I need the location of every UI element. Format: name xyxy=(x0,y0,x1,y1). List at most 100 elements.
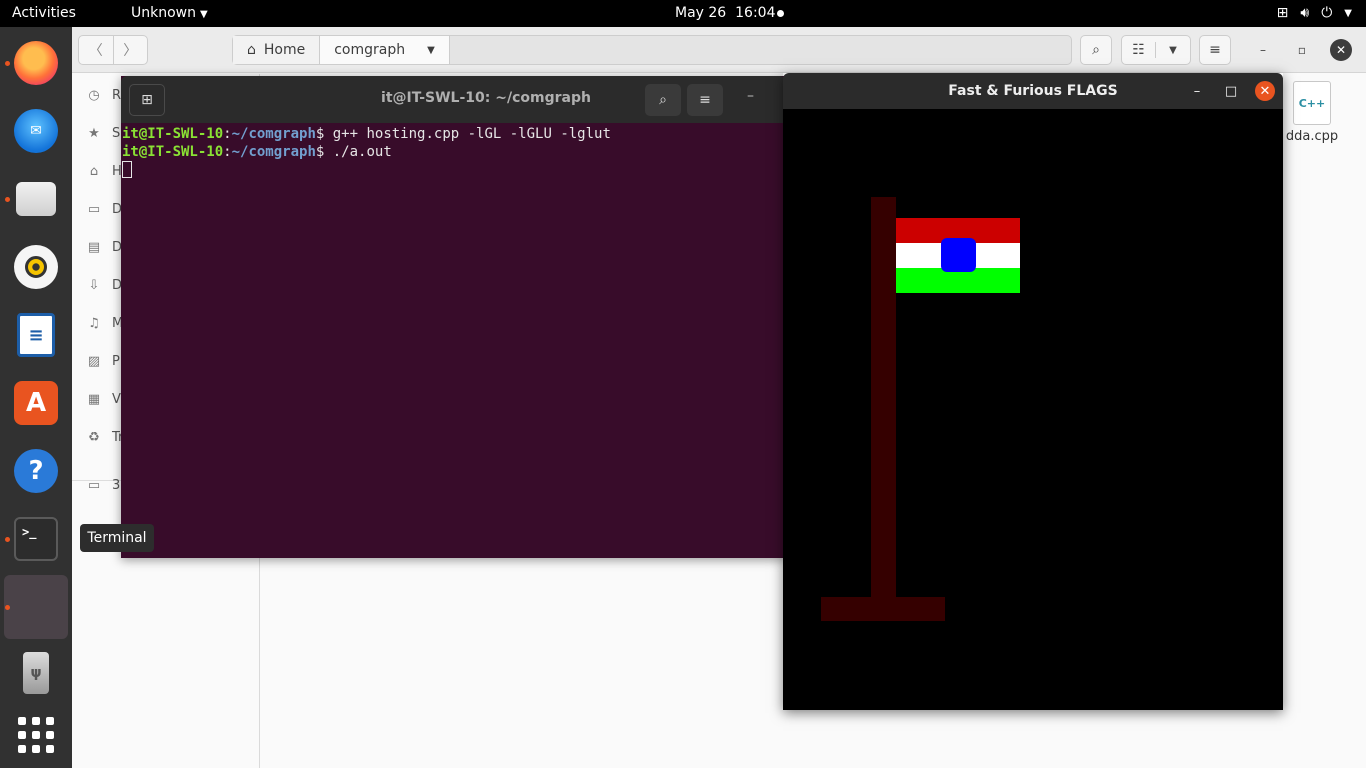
nav-buttons: 〈 〉 xyxy=(78,35,148,65)
top-bar: Activities Unknown ▼ May 26 16:04 ⊞ 🔊︎ ⏻ … xyxy=(0,0,1366,27)
running-indicator xyxy=(5,537,10,542)
dock-help[interactable]: ? xyxy=(8,443,64,499)
dock-rhythmbox[interactable] xyxy=(8,239,64,295)
app-menu-label: Unknown xyxy=(131,5,196,21)
prompt-path: ~/comgraph xyxy=(231,144,316,160)
sidebar-item-downloads[interactable]: ⇩ D xyxy=(86,278,122,293)
dock-usb[interactable]: ψ xyxy=(8,645,64,701)
caret-down-icon: ▼ xyxy=(427,44,435,56)
running-indicator xyxy=(5,197,10,202)
command-text: ./a.out xyxy=(332,144,392,160)
list-view-icon: ☷ xyxy=(1122,42,1157,58)
back-button[interactable]: 〈 xyxy=(79,36,113,64)
picture-icon: ▨ xyxy=(87,354,101,369)
sidebar-item-pictures[interactable]: ▨ P xyxy=(86,354,120,369)
clock[interactable]: May 26 16:04 xyxy=(675,5,775,21)
prompt-colon: : xyxy=(223,144,232,160)
running-indicator xyxy=(5,61,10,66)
clock-time: 16:04 xyxy=(735,5,776,21)
chevron-down-icon: ▼ xyxy=(1344,8,1352,19)
prompt-dollar: $ xyxy=(315,144,333,160)
network-icon: ⊞ xyxy=(1276,5,1289,21)
terminal-search-button[interactable]: ⌕ xyxy=(645,84,681,116)
power-icon: ⏻ xyxy=(1321,5,1333,21)
maximize-button[interactable]: ▫ xyxy=(1291,39,1313,61)
app-menu[interactable]: Unknown ▼ xyxy=(131,5,208,21)
command-text: g++ hosting.cpp -lGL -lGLU -lglut xyxy=(332,126,611,142)
activities-button[interactable]: Activities xyxy=(12,5,76,21)
search-icon: ⌕ xyxy=(659,92,667,108)
thunderbird-icon: ✉ xyxy=(14,109,58,153)
dock-thunderbird[interactable]: ✉ xyxy=(8,103,64,159)
sidebar-item-label: 3 xyxy=(112,478,121,493)
minimize-button[interactable]: – xyxy=(1252,39,1274,61)
dock-flags-app[interactable] xyxy=(4,575,68,639)
text-cursor xyxy=(122,161,132,178)
flag-center-emblem xyxy=(941,238,976,272)
prompt-user: it@IT-SWL-10 xyxy=(122,144,224,160)
hamburger-icon: ≡ xyxy=(1209,42,1221,58)
close-button[interactable]: ✕ xyxy=(1330,39,1352,61)
show-applications-button[interactable] xyxy=(8,707,64,763)
home-icon: ⌂ xyxy=(89,164,99,179)
dock-terminal[interactable]: >_ xyxy=(5,511,64,567)
home-icon: ⌂ xyxy=(247,42,256,58)
dock-software[interactable]: A xyxy=(8,375,64,431)
trash-icon: ♻ xyxy=(88,430,100,445)
view-toggle[interactable]: ☷ ▼ xyxy=(1121,35,1191,65)
minimize-button[interactable]: – xyxy=(1187,81,1207,101)
prompt-dollar: $ xyxy=(315,126,333,142)
flags-window[interactable]: Fast & Furious FLAGS – □ ✕ xyxy=(783,73,1283,710)
search-button[interactable]: ⌕ xyxy=(1080,35,1112,65)
terminal-line: it@IT-SWL-10:~/comgraph$ g++ hosting.cpp… xyxy=(122,125,782,143)
sidebar-item-trash[interactable]: ♻ Tr xyxy=(86,430,123,445)
dock-firefox[interactable] xyxy=(5,35,64,91)
dock: ✉ ≡ A ? >_ ψ xyxy=(0,27,72,768)
software-store-icon: A xyxy=(14,381,58,425)
sidebar-item-music[interactable]: ♫ M xyxy=(86,316,123,331)
gl-canvas[interactable] xyxy=(783,109,1283,710)
sidebar-item-drive[interactable]: ▭ 3 xyxy=(86,478,120,493)
terminal-headerbar: ⊞ it@IT-SWL-10: ~/comgraph ⌕ ≡ – xyxy=(121,76,786,123)
breadcrumb-label: comgraph xyxy=(334,42,406,58)
terminal-window[interactable]: ⊞ it@IT-SWL-10: ~/comgraph ⌕ ≡ – it@IT-S… xyxy=(121,76,786,558)
flag-pole-base xyxy=(821,597,945,621)
forward-button[interactable]: 〉 xyxy=(112,36,148,64)
menu-button[interactable]: ≡ xyxy=(1199,35,1231,65)
breadcrumb-current[interactable]: comgraph ▼ xyxy=(320,36,450,64)
sidebar-item-documents[interactable]: ▤ D xyxy=(86,240,122,255)
drive-icon: ▭ xyxy=(87,478,101,493)
running-indicator xyxy=(5,605,10,610)
star-icon: ★ xyxy=(88,126,100,141)
maximize-button[interactable]: □ xyxy=(1221,81,1241,101)
terminal-menu-button[interactable]: ≡ xyxy=(687,84,723,116)
file-item[interactable]: C++ dda.cpp xyxy=(1284,81,1340,144)
breadcrumb-home[interactable]: ⌂ Home xyxy=(233,36,321,64)
prompt-colon: : xyxy=(223,126,232,142)
minimize-button[interactable]: – xyxy=(747,88,754,104)
sidebar-item-desktop[interactable]: ▭ D xyxy=(86,202,122,217)
cpp-file-icon: C++ xyxy=(1293,81,1331,125)
prompt-user: it@IT-SWL-10 xyxy=(122,126,224,142)
sidebar-item-videos[interactable]: ▦ V xyxy=(86,392,121,407)
sidebar-item-recent[interactable]: ◷ R xyxy=(86,88,121,103)
chevron-down-icon: ▼ xyxy=(1169,44,1177,56)
close-button[interactable]: ✕ xyxy=(1255,81,1275,101)
sidebar-item-label: V xyxy=(112,392,121,407)
hamburger-icon: ≡ xyxy=(699,92,711,108)
dock-writer[interactable]: ≡ xyxy=(8,307,64,363)
dock-tooltip: Terminal xyxy=(80,524,154,552)
firefox-icon xyxy=(14,41,58,85)
usb-drive-icon: ψ xyxy=(23,652,49,694)
sidebar-item-home[interactable]: ⌂ H xyxy=(86,164,122,179)
sidebar-item-label: R xyxy=(112,88,122,103)
search-icon: ⌕ xyxy=(1092,42,1100,58)
dock-files[interactable] xyxy=(5,171,64,227)
system-tray[interactable]: ⊞ 🔊︎ ⏻ ▼ xyxy=(1277,5,1352,21)
sidebar-item-label: P xyxy=(112,354,120,369)
help-icon: ? xyxy=(14,449,58,493)
sidebar-item-starred[interactable]: ★ S xyxy=(86,126,120,141)
terminal-output[interactable]: it@IT-SWL-10:~/comgraph$ g++ hosting.cpp… xyxy=(122,125,782,179)
download-icon: ⇩ xyxy=(88,278,100,293)
flags-headerbar: Fast & Furious FLAGS – □ ✕ xyxy=(783,73,1283,109)
